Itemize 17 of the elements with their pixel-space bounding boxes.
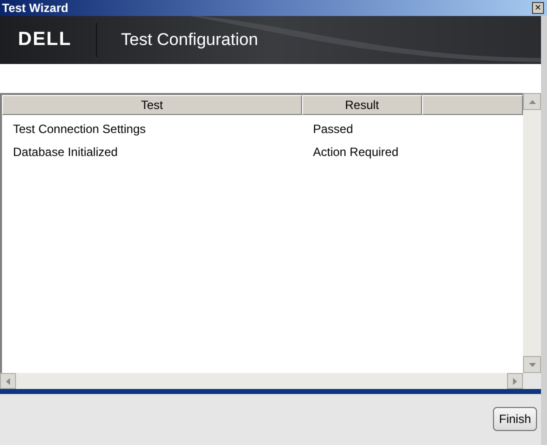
scroll-left-icon[interactable] — [0, 373, 16, 389]
banner-title: Test Configuration — [121, 29, 258, 52]
table-cell-text: Database Initialized — [12, 144, 119, 160]
table-cell-text: Action Required — [312, 144, 398, 160]
scroll-up-icon[interactable] — [523, 93, 541, 110]
close-button[interactable]: × — [532, 2, 544, 14]
window-title: Test Wizard — [2, 2, 68, 14]
horizontal-scrollbar[interactable] — [0, 373, 523, 389]
finish-button[interactable]: Finish — [492, 407, 537, 431]
vertical-scrollbar[interactable] — [523, 93, 541, 373]
scroll-right-icon[interactable] — [507, 373, 523, 389]
column-header[interactable]: Result — [302, 95, 422, 115]
table-cell-text: Test Connection Settings — [12, 120, 147, 138]
column-header[interactable]: Test — [2, 95, 302, 115]
scroll-down-icon[interactable] — [523, 356, 541, 373]
logo: DELL — [18, 28, 73, 52]
table-cell-text: Passed — [312, 120, 354, 138]
